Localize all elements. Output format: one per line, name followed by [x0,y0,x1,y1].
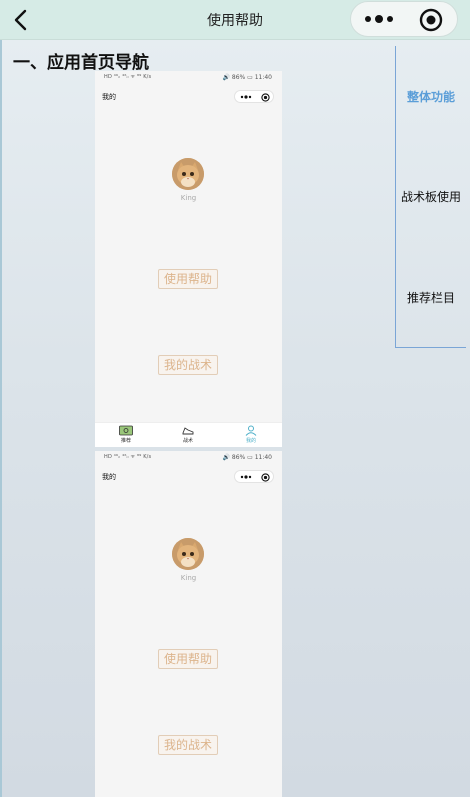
tab-label: 战术 [182,438,193,444]
more-dots-icon [240,475,252,479]
target-circle-icon [261,93,270,102]
avatar [172,538,204,570]
tab-recommend: 推荐 [106,425,146,444]
miniprogram-capsule [350,1,458,37]
status-bar: HD ⁴⁶ᵢₗ ⁴⁶ᵢₗ ᯤ ⁸⁹ K/s 🔊 86% ▭ 11:40 [95,451,282,467]
tactics-shoe-icon [182,427,194,435]
target-circle-icon[interactable] [419,8,443,32]
avatar [172,158,204,190]
tab-label: 我的 [245,438,256,444]
side-nav-item-tactics-board[interactable]: 战术板使用 [396,188,466,205]
nav-bar: 使用帮助 [0,0,470,40]
screenshot-capsule [234,90,274,103]
avatar-name: King [180,574,197,582]
side-nav-item-recommend[interactable]: 推荐栏目 [396,289,466,306]
cat-avatar-icon [172,538,204,570]
tab-mine: 我的 [231,425,271,444]
status-signal: HD ⁴⁶ᵢₗ ⁴⁶ᵢₗ ᯤ ⁸⁹ K/s [104,454,152,460]
status-battery-time: 🔊 86% ▭ 11:40 [222,454,273,461]
user-icon [245,425,257,436]
recommend-icon [119,425,133,436]
section-heading: 一、应用首页导航 [13,53,149,73]
help-screenshot-1: HD ⁴⁶ᵢₗ ⁴⁶ᵢₗ ᯤ ⁸⁹ K/s 🔊 86% ▭ 11:40 我的 K… [95,71,282,447]
help-screenshot-2: HD ⁴⁶ᵢₗ ⁴⁶ᵢₗ ᯤ ⁸⁹ K/s 🔊 86% ▭ 11:40 我的 K… [95,451,282,797]
screenshot-capsule [234,470,274,483]
help-link-button: 使用帮助 [158,649,218,669]
my-tactics-link-button: 我的战术 [158,735,218,755]
my-tactics-link-button: 我的战术 [158,355,218,375]
side-nav-item-overall[interactable]: 整体功能 [396,88,466,105]
more-dots-icon [240,95,252,99]
help-link-button: 使用帮助 [158,269,218,289]
status-signal: HD ⁴⁶ᵢₗ ⁴⁶ᵢₗ ᯤ ⁸⁹ K/s [104,74,152,80]
status-bar: HD ⁴⁶ᵢₗ ⁴⁶ᵢₗ ᯤ ⁸⁹ K/s 🔊 86% ▭ 11:40 [95,71,282,87]
tab-bar: 推荐 战术 我的 [95,422,282,447]
content-border [0,40,2,797]
avatar-name: King [180,194,197,202]
status-battery-time: 🔊 86% ▭ 11:40 [222,74,273,81]
side-anchor-nav: 整体功能 战术板使用 推荐栏目 [395,46,466,348]
target-circle-icon [261,473,270,482]
tab-label: 推荐 [120,438,131,444]
cat-avatar-icon [172,158,204,190]
screenshot-page-title: 我的 [102,93,116,101]
tab-tactics: 战术 [168,425,208,444]
screenshot-page-title: 我的 [102,473,116,481]
more-dots-icon[interactable] [364,12,394,26]
